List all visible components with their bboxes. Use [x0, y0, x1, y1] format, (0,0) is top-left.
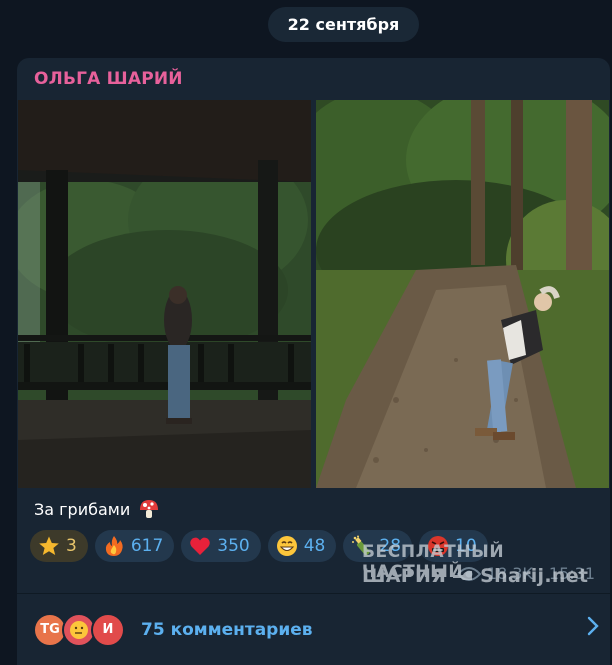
fire-icon: [105, 536, 123, 556]
reaction-count: 3: [66, 536, 77, 556]
comments-button[interactable]: TG И 75 комментариев: [17, 594, 610, 665]
comments-count-label: 75 комментариев: [141, 619, 313, 640]
mushroom-icon: [140, 500, 159, 518]
date-separator: 22 сентября: [268, 7, 419, 42]
photo-forest-image: [316, 100, 609, 488]
watermark-line2: ШАРИЯ Sharij.net: [362, 565, 588, 587]
commenter-avatars: TG И: [33, 612, 127, 647]
heart-icon: [190, 537, 211, 555]
reaction-star[interactable]: 3: [30, 530, 88, 562]
watermark: БЕСПЛАТНЫЙ ЧАСТНЫЙ ШАРИЯ Sharij.net: [362, 541, 588, 599]
reaction-grin[interactable]: 48: [267, 530, 337, 562]
photo-gazebo[interactable]: [18, 100, 311, 488]
reaction-fire[interactable]: 617: [94, 530, 175, 562]
reaction-heart[interactable]: 350: [181, 530, 261, 562]
reaction-count: 350: [217, 536, 250, 556]
reaction-count: 48: [303, 536, 326, 556]
chevron-right-icon[interactable]: [587, 615, 599, 637]
photo-gazebo-image: [18, 100, 311, 488]
avatar: И: [91, 612, 125, 647]
post-author[interactable]: ОЛЬГА ШАРИЙ: [34, 69, 183, 89]
pointing-hand-icon: [453, 571, 473, 580]
grin-face-icon: [276, 536, 297, 556]
watermark-site: Sharij.net: [480, 565, 589, 587]
photo-forest-path[interactable]: [316, 100, 609, 488]
thinking-face-icon: [70, 620, 88, 639]
star-icon: [39, 536, 59, 555]
watermark-name: ШАРИЯ: [362, 565, 447, 587]
reaction-count: 617: [130, 536, 164, 556]
caption-text: За грибами: [34, 499, 131, 519]
post-caption: За грибами: [34, 498, 160, 520]
